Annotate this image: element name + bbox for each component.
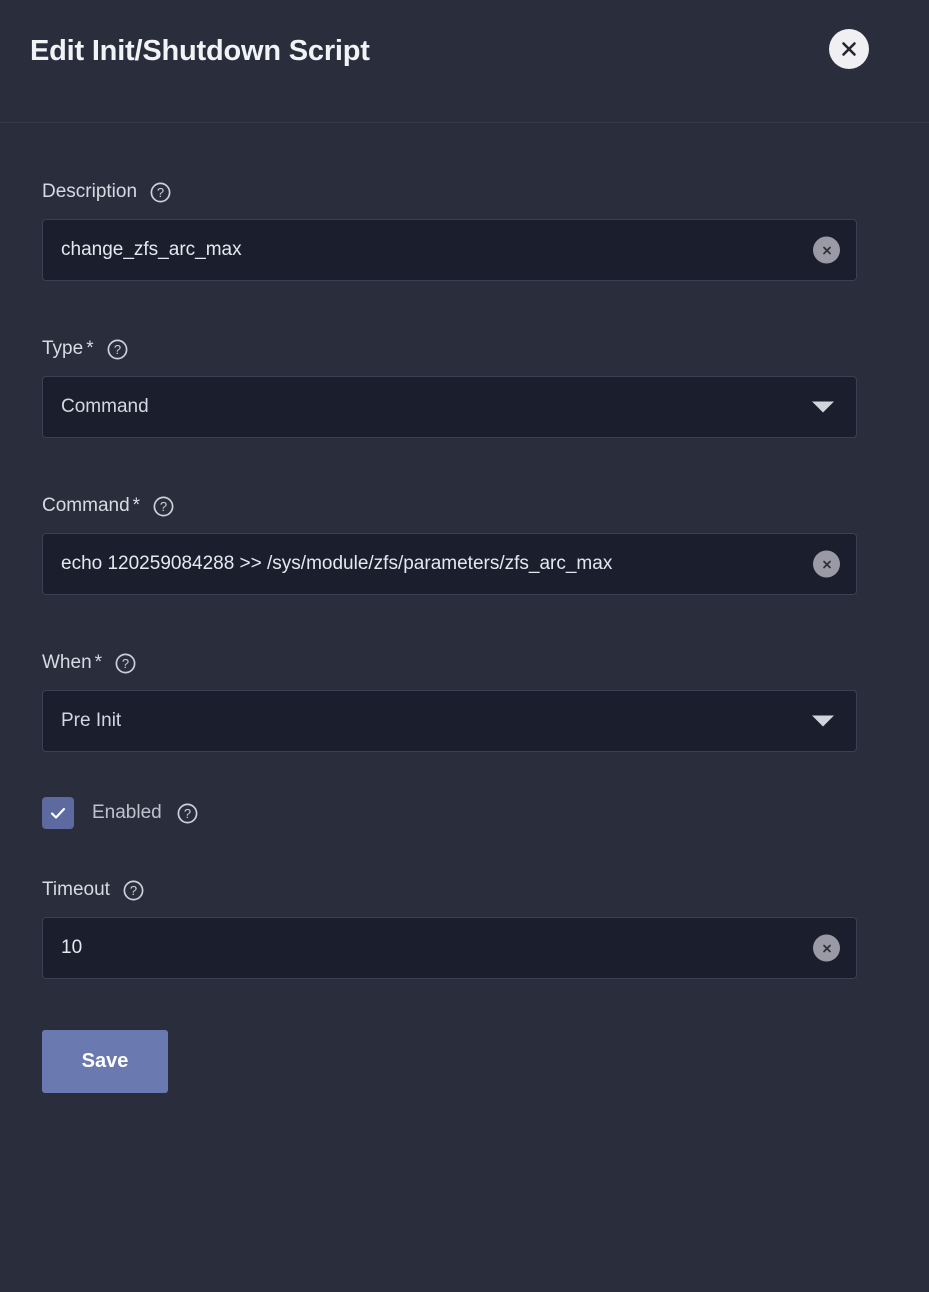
type-selected-value[interactable]: Command (43, 395, 856, 419)
type-label: Type (42, 338, 84, 359)
close-icon (838, 38, 860, 60)
clear-circle-icon (820, 941, 834, 955)
command-required-marker: * (132, 495, 141, 516)
field-enabled: Enabled ? (42, 797, 855, 829)
help-circle-icon[interactable]: ? (153, 496, 174, 517)
clear-circle-icon (820, 557, 834, 571)
timeout-clear-button[interactable] (813, 934, 840, 962)
modal-body: Description ? change_zfs_arc_max Type * … (0, 123, 929, 1292)
svg-text:?: ? (122, 656, 129, 671)
svg-text:?: ? (157, 185, 164, 200)
when-selected-value[interactable]: Pre Init (43, 709, 856, 733)
field-type: Type * ? Command (42, 337, 857, 438)
command-label-row: Command * ? (42, 494, 855, 518)
svg-text:?: ? (113, 342, 120, 357)
field-command: Command * ? echo 120259084288 >> /sys/mo… (42, 494, 857, 595)
modal-header: Edit Init/Shutdown Script (0, 0, 929, 123)
timeout-input[interactable]: 10 (43, 936, 856, 960)
command-input-wrap[interactable]: echo 120259084288 >> /sys/module/zfs/par… (42, 533, 857, 595)
description-input[interactable]: change_zfs_arc_max (43, 238, 856, 262)
type-required-marker: * (86, 338, 94, 359)
enabled-checkbox[interactable] (42, 797, 74, 829)
chevron-down-icon[interactable] (812, 401, 834, 413)
when-label: When (42, 652, 92, 673)
field-description: Description ? change_zfs_arc_max (42, 180, 857, 281)
when-select[interactable]: Pre Init (42, 690, 857, 752)
save-button[interactable]: Save (42, 1030, 168, 1093)
clear-circle-icon (820, 243, 834, 257)
type-select[interactable]: Command (42, 376, 857, 438)
help-circle-icon[interactable]: ? (115, 653, 136, 674)
description-clear-button[interactable] (813, 236, 840, 264)
close-button[interactable] (829, 29, 869, 69)
type-label-row: Type * ? (42, 337, 855, 361)
description-label: Description (42, 181, 138, 202)
svg-text:?: ? (184, 806, 191, 821)
when-label-row: When * ? (42, 651, 855, 675)
field-when: When * ? Pre Init (42, 651, 857, 752)
field-timeout: Timeout ? 10 (42, 878, 857, 979)
enabled-label: Enabled (92, 802, 162, 823)
checkmark-icon (48, 803, 68, 823)
help-circle-icon[interactable]: ? (107, 339, 128, 360)
timeout-input-wrap[interactable]: 10 (42, 917, 857, 979)
description-label-row: Description ? (42, 180, 855, 204)
command-clear-button[interactable] (813, 550, 840, 578)
help-circle-icon[interactable]: ? (123, 880, 144, 901)
page-title: Edit Init/Shutdown Script (30, 35, 370, 67)
timeout-label-row: Timeout ? (42, 878, 855, 902)
timeout-label: Timeout (42, 879, 110, 900)
svg-text:?: ? (160, 499, 167, 514)
help-circle-icon[interactable]: ? (177, 803, 198, 824)
when-required-marker: * (94, 652, 103, 673)
command-input[interactable]: echo 120259084288 >> /sys/module/zfs/par… (43, 552, 856, 576)
help-circle-icon[interactable]: ? (150, 182, 171, 203)
svg-text:?: ? (130, 883, 137, 898)
chevron-down-icon[interactable] (812, 715, 834, 727)
description-input-wrap[interactable]: change_zfs_arc_max (42, 219, 857, 281)
command-label: Command (42, 495, 130, 516)
edit-script-modal: Edit Init/Shutdown Script Description ? (0, 0, 929, 1292)
